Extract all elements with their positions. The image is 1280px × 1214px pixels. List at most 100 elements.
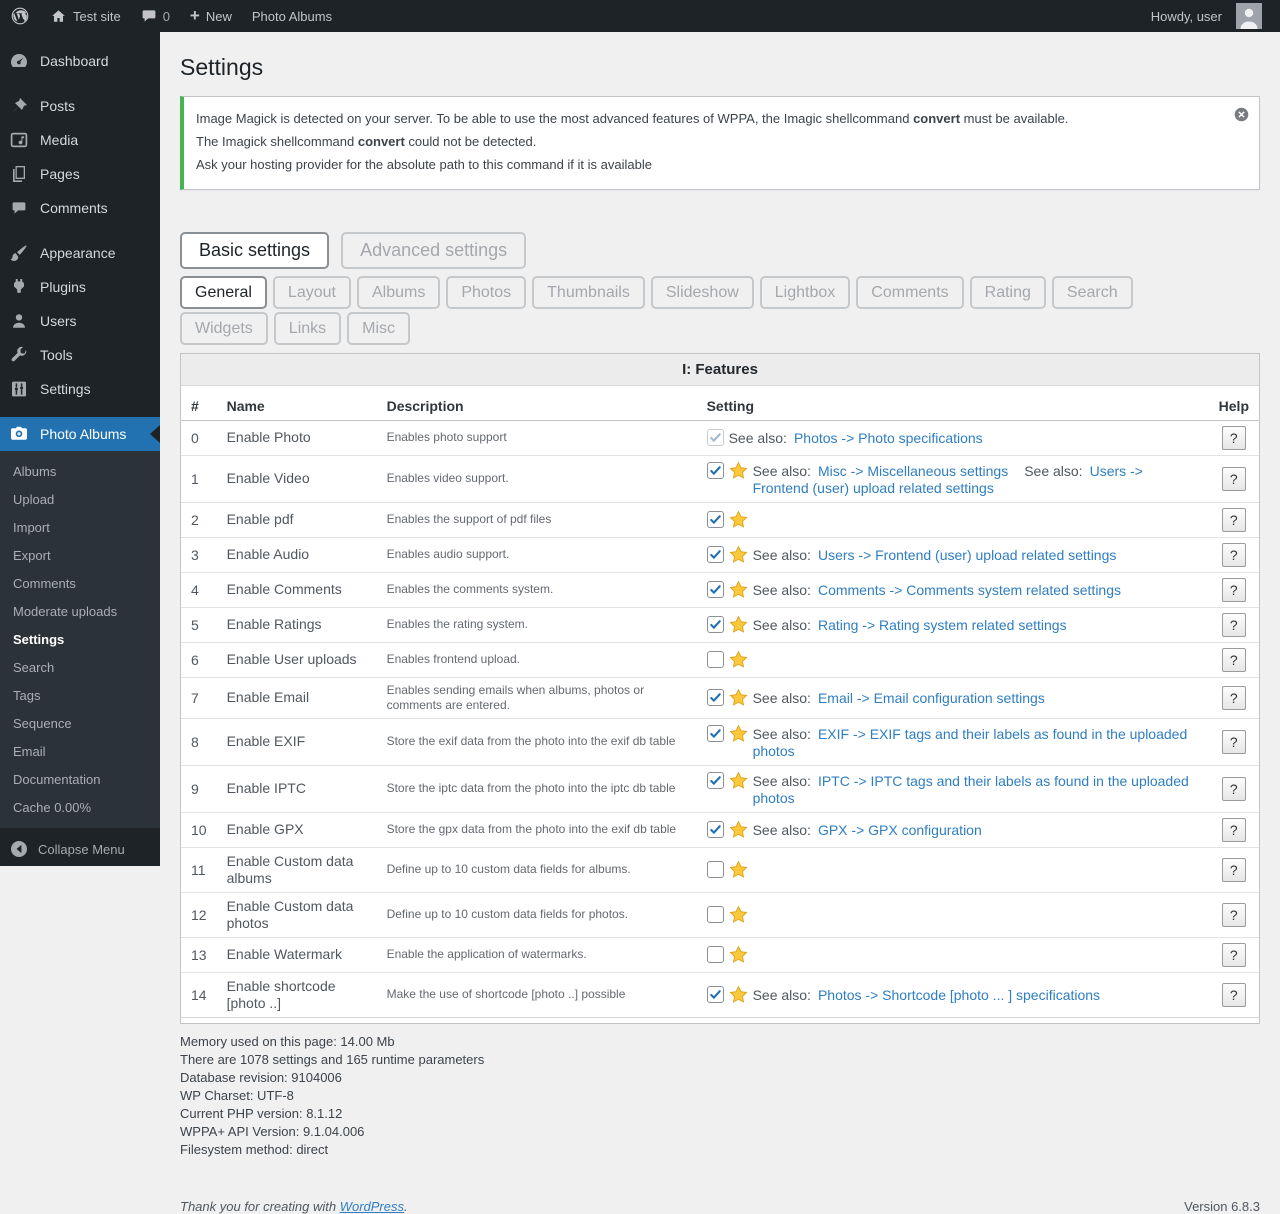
tab-advanced-settings[interactable]: Advanced settings [341, 231, 527, 269]
submenu-item-settings[interactable]: Settings [0, 626, 160, 654]
tab-albums[interactable]: Albums [356, 275, 441, 309]
help-button[interactable]: ? [1221, 942, 1246, 967]
submenu-item-comments[interactable]: Comments [0, 570, 160, 598]
setting-checkbox[interactable] [706, 946, 724, 964]
tab-rating[interactable]: Rating [969, 275, 1046, 309]
row-number: 3 [181, 537, 217, 573]
comments-toolbar-link[interactable]: 0 [131, 0, 180, 32]
setting-checkbox[interactable] [706, 906, 724, 924]
wordpress-logo-menu[interactable] [0, 0, 40, 32]
submenu-item-sequence[interactable]: Sequence [0, 710, 160, 738]
see-also-link[interactable]: Photos -> Shortcode [photo ... ] specifi… [818, 987, 1100, 1003]
setting-checkbox[interactable] [706, 581, 724, 599]
setting-checkbox[interactable] [706, 616, 724, 634]
help-button[interactable]: ? [1221, 982, 1246, 1007]
submenu-item-cache-0-00[interactable]: Cache 0.00% [0, 794, 160, 822]
tab-search[interactable]: Search [1051, 275, 1133, 309]
help-button[interactable]: ? [1221, 729, 1246, 754]
submenu-item-upload[interactable]: Upload [0, 486, 160, 514]
setting-checkbox[interactable] [706, 651, 724, 669]
help-button[interactable]: ? [1221, 776, 1246, 801]
setting-checkbox[interactable] [706, 861, 724, 879]
tab-lightbox[interactable]: Lightbox [759, 275, 851, 309]
see-also-link[interactable]: Email -> Email configuration settings [818, 690, 1045, 706]
setting-checkbox[interactable] [706, 986, 724, 1004]
tab-misc[interactable]: Misc [347, 311, 411, 345]
help-button[interactable]: ? [1221, 647, 1246, 672]
row-number: 14 [181, 972, 217, 1018]
howdy-account-menu[interactable]: Howdy, user [1141, 3, 1272, 29]
see-also-link[interactable]: Comments -> Comments system related sett… [818, 582, 1121, 598]
sidebar-item-comments[interactable]: Comments [0, 191, 160, 225]
new-content-menu[interactable]: + New [180, 0, 242, 32]
setting-checkbox[interactable] [706, 724, 724, 742]
sidebar-item-plugins[interactable]: Plugins [0, 270, 160, 304]
sidebar-item-dashboard[interactable]: Dashboard [0, 44, 160, 78]
system-info-line: There are 1078 settings and 165 runtime … [180, 1051, 485, 1067]
setting-checkbox[interactable] [706, 689, 724, 707]
collapse-icon [8, 838, 30, 860]
see-also-link[interactable]: EXIF -> EXIF tags and their labels as fo… [753, 726, 1188, 759]
sidebar-item-tools[interactable]: Tools [0, 338, 160, 372]
dismiss-notice-button[interactable] [1233, 106, 1250, 123]
submenu-item-documentation[interactable]: Documentation [0, 766, 160, 794]
setting-checkbox[interactable] [706, 821, 724, 839]
see-also-link[interactable]: Users -> Frontend (user) upload related … [818, 547, 1116, 563]
tab-slideshow[interactable]: Slideshow [650, 275, 754, 309]
row-number: 9 [181, 765, 217, 813]
help-button[interactable]: ? [1221, 507, 1246, 532]
site-name-link[interactable]: Test site [40, 0, 131, 32]
setting-name: Enable User uploads [216, 642, 377, 678]
setting-checkbox[interactable] [706, 429, 724, 447]
wordpress-link[interactable]: WordPress [340, 1199, 404, 1214]
sidebar-item-appearance[interactable]: Appearance [0, 236, 160, 270]
see-also-links: See also: EXIF -> EXIF tags and their lab… [753, 724, 1199, 760]
setting-checkbox[interactable] [706, 511, 724, 529]
submenu-item-import[interactable]: Import [0, 514, 160, 542]
star-icon [729, 820, 748, 839]
tab-thumbnails[interactable]: Thumbnails [532, 275, 645, 309]
help-button[interactable]: ? [1221, 542, 1246, 567]
see-also-label: See also: [752, 987, 811, 1004]
tab-links[interactable]: Links [273, 311, 342, 345]
see-also-label: See also: [752, 822, 811, 839]
setting-description: Enables video support. [376, 455, 697, 503]
submenu-item-email[interactable]: Email [0, 738, 160, 766]
tab-photos[interactable]: Photos [446, 275, 527, 309]
see-also-link[interactable]: Rating -> Rating system related settings [818, 617, 1067, 633]
help-button[interactable]: ? [1221, 902, 1246, 927]
help-button[interactable]: ? [1221, 857, 1246, 882]
setting-checkbox[interactable] [706, 461, 724, 479]
help-button[interactable]: ? [1221, 425, 1246, 450]
help-button[interactable]: ? [1221, 817, 1246, 842]
help-button[interactable]: ? [1221, 466, 1246, 491]
see-also-link[interactable]: Photos -> Photo specifications [794, 430, 983, 446]
help-button[interactable]: ? [1221, 577, 1246, 602]
see-also-link[interactable]: Misc -> Miscellaneous settings [818, 463, 1008, 479]
see-also-link[interactable]: GPX -> GPX configuration [818, 822, 982, 838]
submenu-item-albums[interactable]: Albums [0, 458, 160, 486]
submenu-item-search[interactable]: Search [0, 654, 160, 682]
setting-checkbox[interactable] [706, 546, 724, 564]
sidebar-item-media[interactable]: Media [0, 123, 160, 157]
tab-widgets[interactable]: Widgets [180, 311, 268, 345]
tab-general[interactable]: General [180, 275, 267, 309]
submenu-item-export[interactable]: Export [0, 542, 160, 570]
help-button[interactable]: ? [1221, 685, 1246, 710]
sidebar-item-photo-albums[interactable]: Photo Albums [0, 417, 160, 451]
photo-albums-toolbar-link[interactable]: Photo Albums [242, 0, 342, 32]
submenu-item-moderate-uploads[interactable]: Moderate uploads [0, 598, 160, 626]
setting-checkbox[interactable] [706, 771, 724, 789]
system-info-line: Database revision: 9104006 [180, 1069, 342, 1085]
sidebar-item-posts[interactable]: Posts [0, 89, 160, 123]
submenu-item-tags[interactable]: Tags [0, 682, 160, 710]
tab-basic-settings[interactable]: Basic settings [180, 231, 330, 269]
help-button[interactable]: ? [1221, 612, 1246, 637]
tab-comments[interactable]: Comments [856, 275, 964, 309]
sidebar-item-users[interactable]: Users [0, 304, 160, 338]
see-also-link[interactable]: IPTC -> IPTC tags and their labels as fo… [753, 773, 1189, 806]
sidebar-item-pages[interactable]: Pages [0, 157, 160, 191]
collapse-menu-button[interactable]: Collapse Menu [0, 832, 160, 866]
tab-layout[interactable]: Layout [272, 275, 351, 309]
sidebar-item-settings[interactable]: Settings [0, 372, 160, 406]
